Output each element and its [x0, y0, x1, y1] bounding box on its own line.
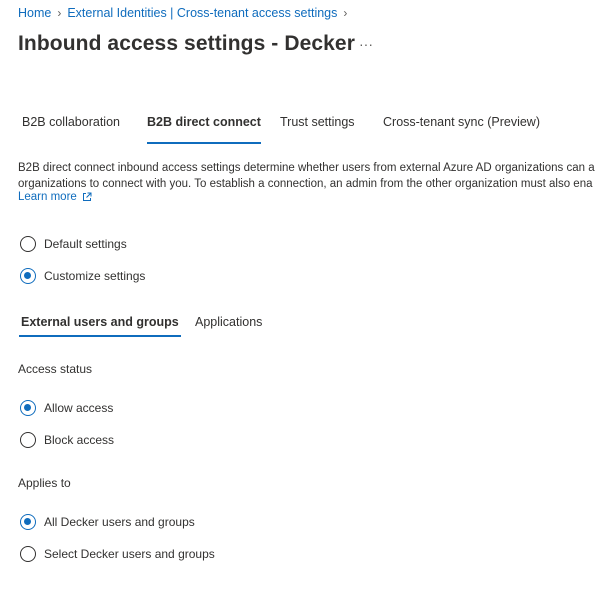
tab-b2b-direct-connect[interactable]: B2B direct connect: [147, 115, 261, 144]
radio-label: Select Decker users and groups: [44, 547, 215, 561]
tab-label: B2B direct connect: [147, 115, 261, 129]
allow-access-radio[interactable]: Allow access: [20, 400, 113, 416]
tab-label: Trust settings: [280, 115, 355, 129]
subtab-label: External users and groups: [21, 315, 179, 329]
active-subtab-indicator: [19, 335, 181, 337]
all-users-groups-radio[interactable]: All Decker users and groups: [20, 514, 195, 530]
radio-circle: [20, 268, 36, 284]
external-link-icon: [82, 192, 92, 201]
subtab-label: Applications: [195, 315, 263, 329]
learn-more-label: Learn more: [18, 191, 77, 203]
page-title: Inbound access settings - Decker: [18, 32, 355, 55]
access-status-label: Access status: [18, 362, 93, 376]
radio-circle: [20, 514, 36, 530]
more-options-button[interactable]: ···: [359, 36, 373, 52]
tab-label: Cross-tenant sync (Preview): [383, 115, 540, 129]
chevron-right-icon: ›: [343, 6, 348, 20]
tab-cross-tenant-sync[interactable]: Cross-tenant sync (Preview): [383, 115, 540, 141]
description-line-2: organizations to connect with you. To es…: [18, 178, 593, 190]
block-access-radio[interactable]: Block access: [20, 432, 114, 448]
description: B2B direct connect inbound access settin…: [18, 160, 597, 192]
select-users-groups-radio[interactable]: Select Decker users and groups: [20, 546, 215, 562]
chevron-right-icon: ›: [57, 6, 62, 20]
breadcrumb-cross-tenant[interactable]: External Identities | Cross-tenant acces…: [67, 6, 337, 20]
radio-circle: [20, 546, 36, 562]
radio-circle: [20, 400, 36, 416]
radio-label: Customize settings: [44, 269, 146, 283]
tab-label: B2B collaboration: [22, 115, 120, 129]
learn-more-link[interactable]: Learn more: [18, 191, 92, 203]
radio-label: Block access: [44, 433, 115, 447]
radio-label: Allow access: [44, 401, 114, 415]
tab-b2b-collaboration[interactable]: B2B collaboration: [22, 115, 120, 141]
subtab-external-users-groups[interactable]: External users and groups: [19, 315, 181, 337]
radio-label: All Decker users and groups: [44, 515, 195, 529]
subtab-applications[interactable]: Applications: [195, 315, 262, 337]
description-line-1: B2B direct connect inbound access settin…: [18, 162, 595, 174]
radio-circle: [20, 432, 36, 448]
tab-trust-settings[interactable]: Trust settings: [280, 115, 355, 141]
radio-circle: [20, 236, 36, 252]
breadcrumb: Home › External Identities | Cross-tenan…: [18, 6, 353, 20]
radio-label: Default settings: [44, 237, 127, 251]
breadcrumb-home[interactable]: Home: [18, 6, 51, 20]
default-settings-radio[interactable]: Default settings: [20, 236, 127, 252]
applies-to-label: Applies to: [18, 476, 71, 490]
customize-settings-radio[interactable]: Customize settings: [20, 268, 145, 284]
active-tab-indicator: [147, 142, 261, 144]
